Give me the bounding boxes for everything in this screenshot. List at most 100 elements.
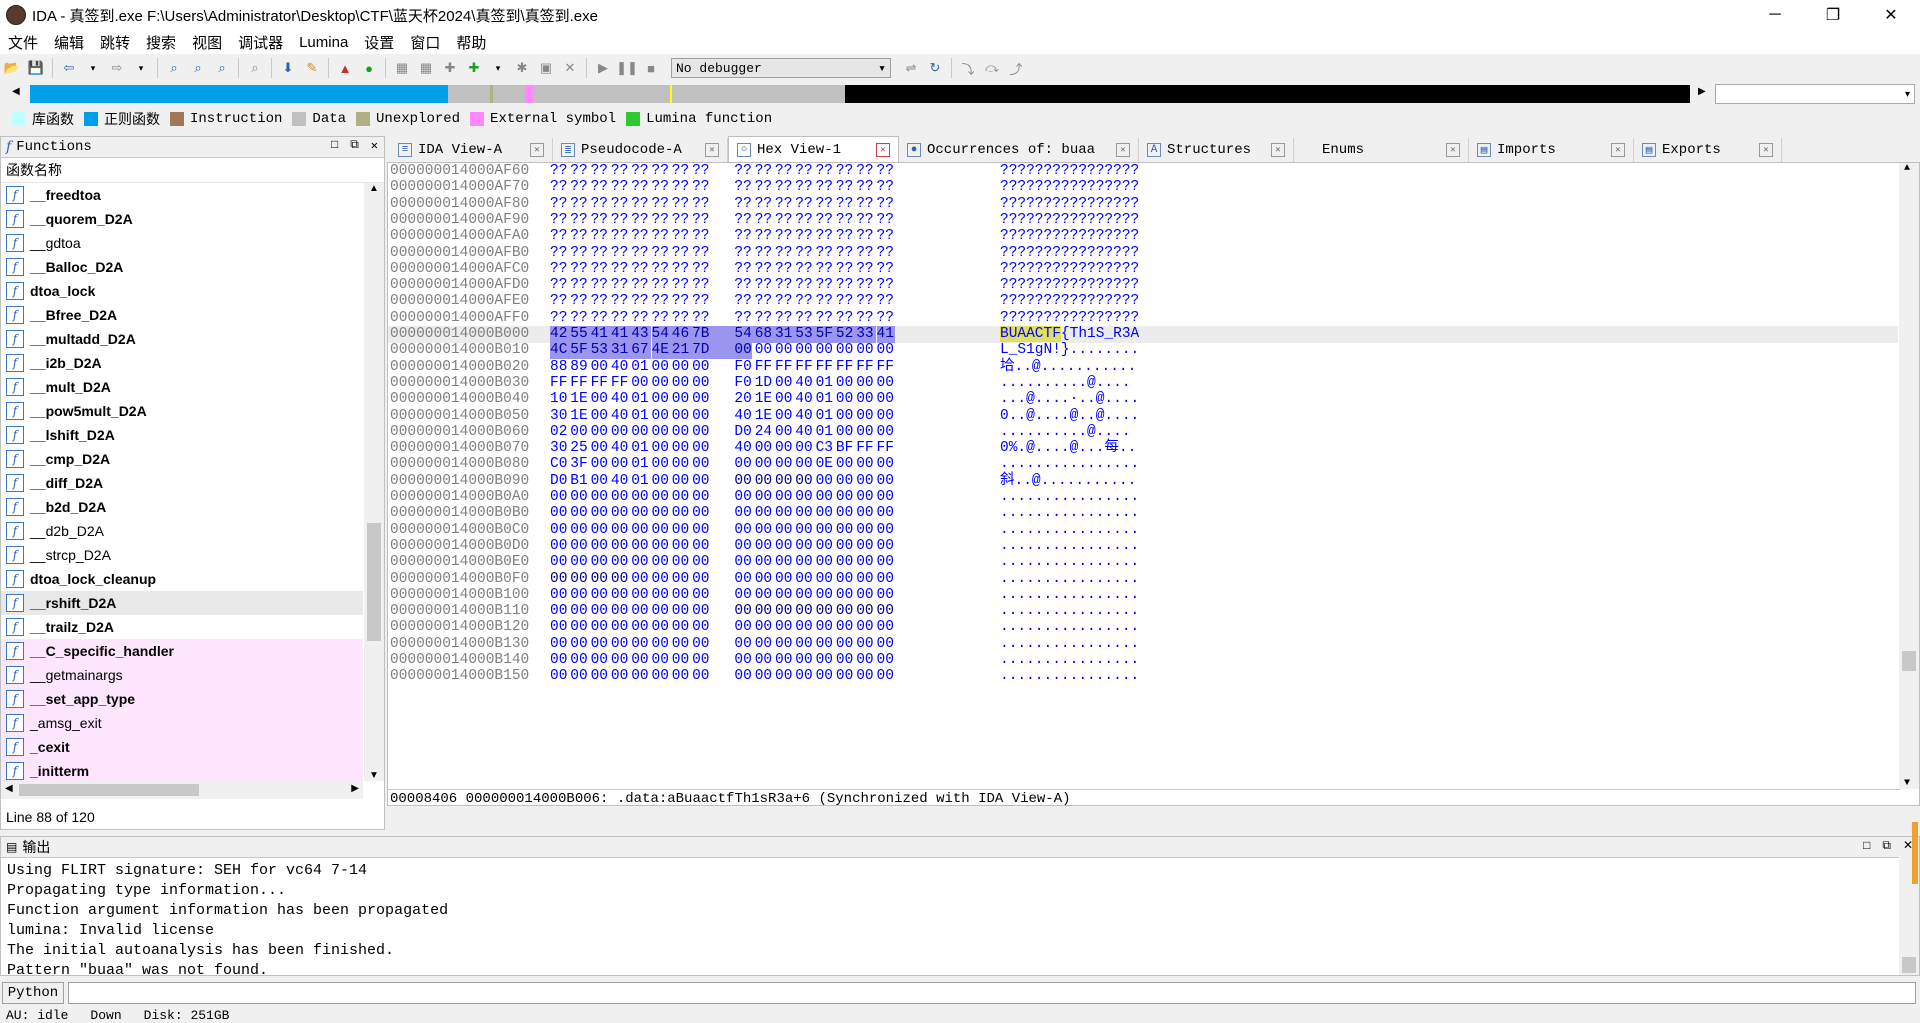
- hex-byte[interactable]: 00: [631, 636, 649, 653]
- hex-byte[interactable]: 00: [692, 440, 710, 457]
- hex-byte[interactable]: 42: [550, 326, 571, 343]
- hex-byte[interactable]: 40: [611, 391, 629, 408]
- hex-byte[interactable]: ??: [856, 196, 874, 213]
- hex-byte[interactable]: 00: [591, 359, 609, 376]
- hex-byte[interactable]: ??: [775, 277, 793, 294]
- close-pane-icon[interactable]: ✕: [371, 138, 378, 153]
- hex-byte[interactable]: ??: [877, 293, 895, 310]
- hex-byte[interactable]: 00: [795, 489, 813, 506]
- hex-byte[interactable]: 00: [672, 489, 690, 506]
- jump-down-icon[interactable]: ⬇: [278, 58, 298, 78]
- hex-byte[interactable]: 00: [755, 456, 773, 473]
- tab-close-icon[interactable]: ✕: [1116, 143, 1130, 157]
- hex-byte[interactable]: 00: [631, 603, 649, 620]
- hex-byte[interactable]: 02: [550, 424, 568, 441]
- hex-byte[interactable]: 00: [591, 652, 609, 669]
- hex-byte[interactable]: ??: [550, 179, 568, 196]
- hex-byte[interactable]: ??: [856, 163, 874, 180]
- hex-byte[interactable]: 00: [775, 505, 793, 522]
- hex-byte[interactable]: 43: [631, 326, 652, 343]
- hex-byte[interactable]: 00: [775, 652, 793, 669]
- hex-byte[interactable]: 00: [631, 538, 649, 555]
- hex-byte[interactable]: 00: [692, 473, 710, 490]
- hex-byte[interactable]: 01: [631, 440, 649, 457]
- hex-ascii[interactable]: ................: [1000, 619, 1139, 636]
- hex-byte[interactable]: 30: [550, 440, 568, 457]
- hex-byte[interactable]: 00: [652, 505, 670, 522]
- hex-byte[interactable]: 00: [672, 359, 690, 376]
- hex-byte[interactable]: 00: [570, 554, 588, 571]
- hex-byte[interactable]: 00: [856, 505, 874, 522]
- edit-code-icon[interactable]: ▣: [536, 58, 556, 78]
- hex-byte[interactable]: 00: [611, 489, 629, 506]
- hex-byte[interactable]: ??: [672, 261, 690, 278]
- hex-byte[interactable]: ??: [856, 228, 874, 245]
- hex-byte[interactable]: 00: [591, 489, 609, 506]
- hex-byte[interactable]: 00: [652, 668, 670, 685]
- hex-byte[interactable]: FF: [591, 375, 609, 392]
- hex-byte[interactable]: 00: [755, 603, 773, 620]
- hex-byte[interactable]: 00: [652, 636, 670, 653]
- hex-byte[interactable]: ??: [877, 261, 895, 278]
- hex-byte[interactable]: 00: [591, 424, 609, 441]
- hex-byte[interactable]: ??: [591, 196, 609, 213]
- hex-byte[interactable]: ??: [672, 228, 690, 245]
- hex-byte[interactable]: 00: [816, 473, 834, 490]
- hex-byte[interactable]: 00: [591, 619, 609, 636]
- hex-byte[interactable]: 00: [836, 456, 854, 473]
- hex-byte[interactable]: 00: [550, 505, 568, 522]
- hex-byte[interactable]: 00: [611, 619, 629, 636]
- plus-dropdown-icon[interactable]: ▾: [488, 58, 508, 78]
- hex-byte[interactable]: ??: [856, 261, 874, 278]
- hex-byte[interactable]: FF: [856, 359, 874, 376]
- hex-byte[interactable]: 40: [795, 375, 813, 392]
- float-pane-icon[interactable]: ⧉: [1882, 838, 1891, 853]
- hex-byte[interactable]: ??: [775, 196, 793, 213]
- hex-byte[interactable]: ??: [672, 277, 690, 294]
- hex-byte[interactable]: 00: [755, 619, 773, 636]
- hex-byte[interactable]: ??: [816, 261, 834, 278]
- hex-byte[interactable]: 00: [836, 603, 854, 620]
- tab-close-icon[interactable]: ✕: [1446, 143, 1460, 157]
- function-list-item[interactable]: f __lshift_D2A: [1, 423, 363, 447]
- hex-byte[interactable]: 00: [816, 505, 834, 522]
- hex-byte[interactable]: FF: [611, 375, 629, 392]
- hex-byte[interactable]: 00: [652, 619, 670, 636]
- hex-byte[interactable]: ??: [816, 293, 834, 310]
- hex-byte[interactable]: 3F: [570, 456, 588, 473]
- hex-byte[interactable]: ??: [775, 212, 793, 229]
- hex-byte[interactable]: ??: [877, 277, 895, 294]
- hex-byte[interactable]: ??: [570, 179, 588, 196]
- hex-byte[interactable]: 00: [550, 619, 568, 636]
- function-list-item[interactable]: f _initterm: [1, 759, 363, 781]
- hex-byte[interactable]: 00: [591, 505, 609, 522]
- tab-close-icon[interactable]: ✕: [1759, 143, 1773, 157]
- hex-byte[interactable]: 00: [734, 554, 752, 571]
- hex-byte[interactable]: 00: [652, 424, 670, 441]
- hex-byte[interactable]: 1E: [755, 408, 773, 425]
- hex-byte[interactable]: ??: [795, 163, 813, 180]
- tab-close-icon[interactable]: ✕: [1271, 143, 1285, 157]
- hex-byte[interactable]: ??: [816, 245, 834, 262]
- hex-byte[interactable]: F0: [734, 375, 752, 392]
- hex-byte[interactable]: 00: [631, 587, 649, 604]
- hex-ascii[interactable]: ................: [1000, 505, 1139, 522]
- hex-byte[interactable]: ??: [816, 228, 834, 245]
- hex-byte[interactable]: ??: [755, 212, 773, 229]
- function-list-item[interactable]: f __pow5mult_D2A: [1, 399, 363, 423]
- hex-byte[interactable]: 41: [590, 326, 611, 343]
- function-list-item[interactable]: f dtoa_lock: [1, 279, 363, 303]
- function-list-item[interactable]: f __C_specific_handler: [1, 639, 363, 663]
- hex-byte[interactable]: ??: [755, 245, 773, 262]
- hex-byte[interactable]: ??: [734, 179, 752, 196]
- hex-byte[interactable]: 00: [877, 375, 895, 392]
- hex-byte[interactable]: ??: [591, 293, 609, 310]
- hex-byte[interactable]: 00: [631, 619, 649, 636]
- hex-byte[interactable]: 00: [591, 473, 609, 490]
- hex-byte[interactable]: 4E: [651, 342, 672, 360]
- hex-byte[interactable]: 00: [611, 587, 629, 604]
- hex-byte[interactable]: BF: [836, 440, 854, 457]
- hex-byte[interactable]: ??: [816, 277, 834, 294]
- hex-byte[interactable]: 31: [610, 342, 632, 360]
- hex-ascii[interactable]: ...@....·..@....: [1000, 391, 1139, 408]
